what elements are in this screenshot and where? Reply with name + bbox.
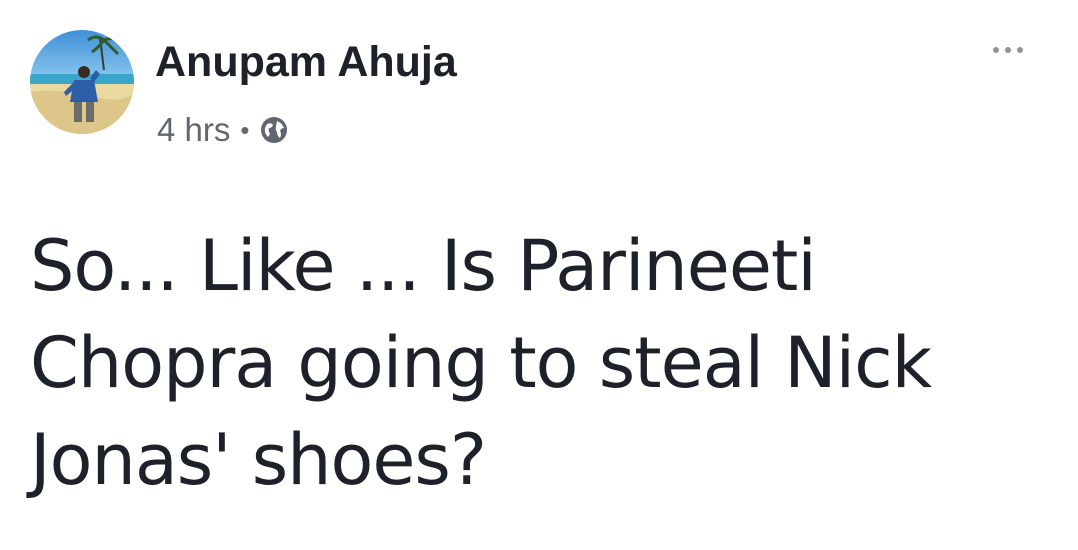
more-options-button[interactable] [980, 36, 1036, 64]
post-text-line: Jonas' shoes? [30, 419, 487, 501]
meta-separator: • [240, 115, 250, 145]
ellipsis-icon [993, 47, 999, 53]
post-meta: 4 hrs • [157, 108, 290, 152]
post-timestamp[interactable]: 4 hrs [157, 111, 230, 149]
profile-photo-icon [30, 30, 134, 134]
author-name[interactable]: Anupam Ahuja [155, 36, 457, 88]
post-text-line: So... Like ... Is Parineeti [30, 225, 817, 307]
post-text: So... Like ... Is Parineeti Chopra going… [30, 218, 1050, 509]
author-avatar[interactable] [30, 30, 134, 134]
post-text-line: Chopra going to steal Nick [30, 322, 932, 404]
globe-icon[interactable] [258, 114, 290, 146]
facebook-post: Anupam Ahuja 4 hrs • So... Like ... Is P… [0, 0, 1078, 550]
